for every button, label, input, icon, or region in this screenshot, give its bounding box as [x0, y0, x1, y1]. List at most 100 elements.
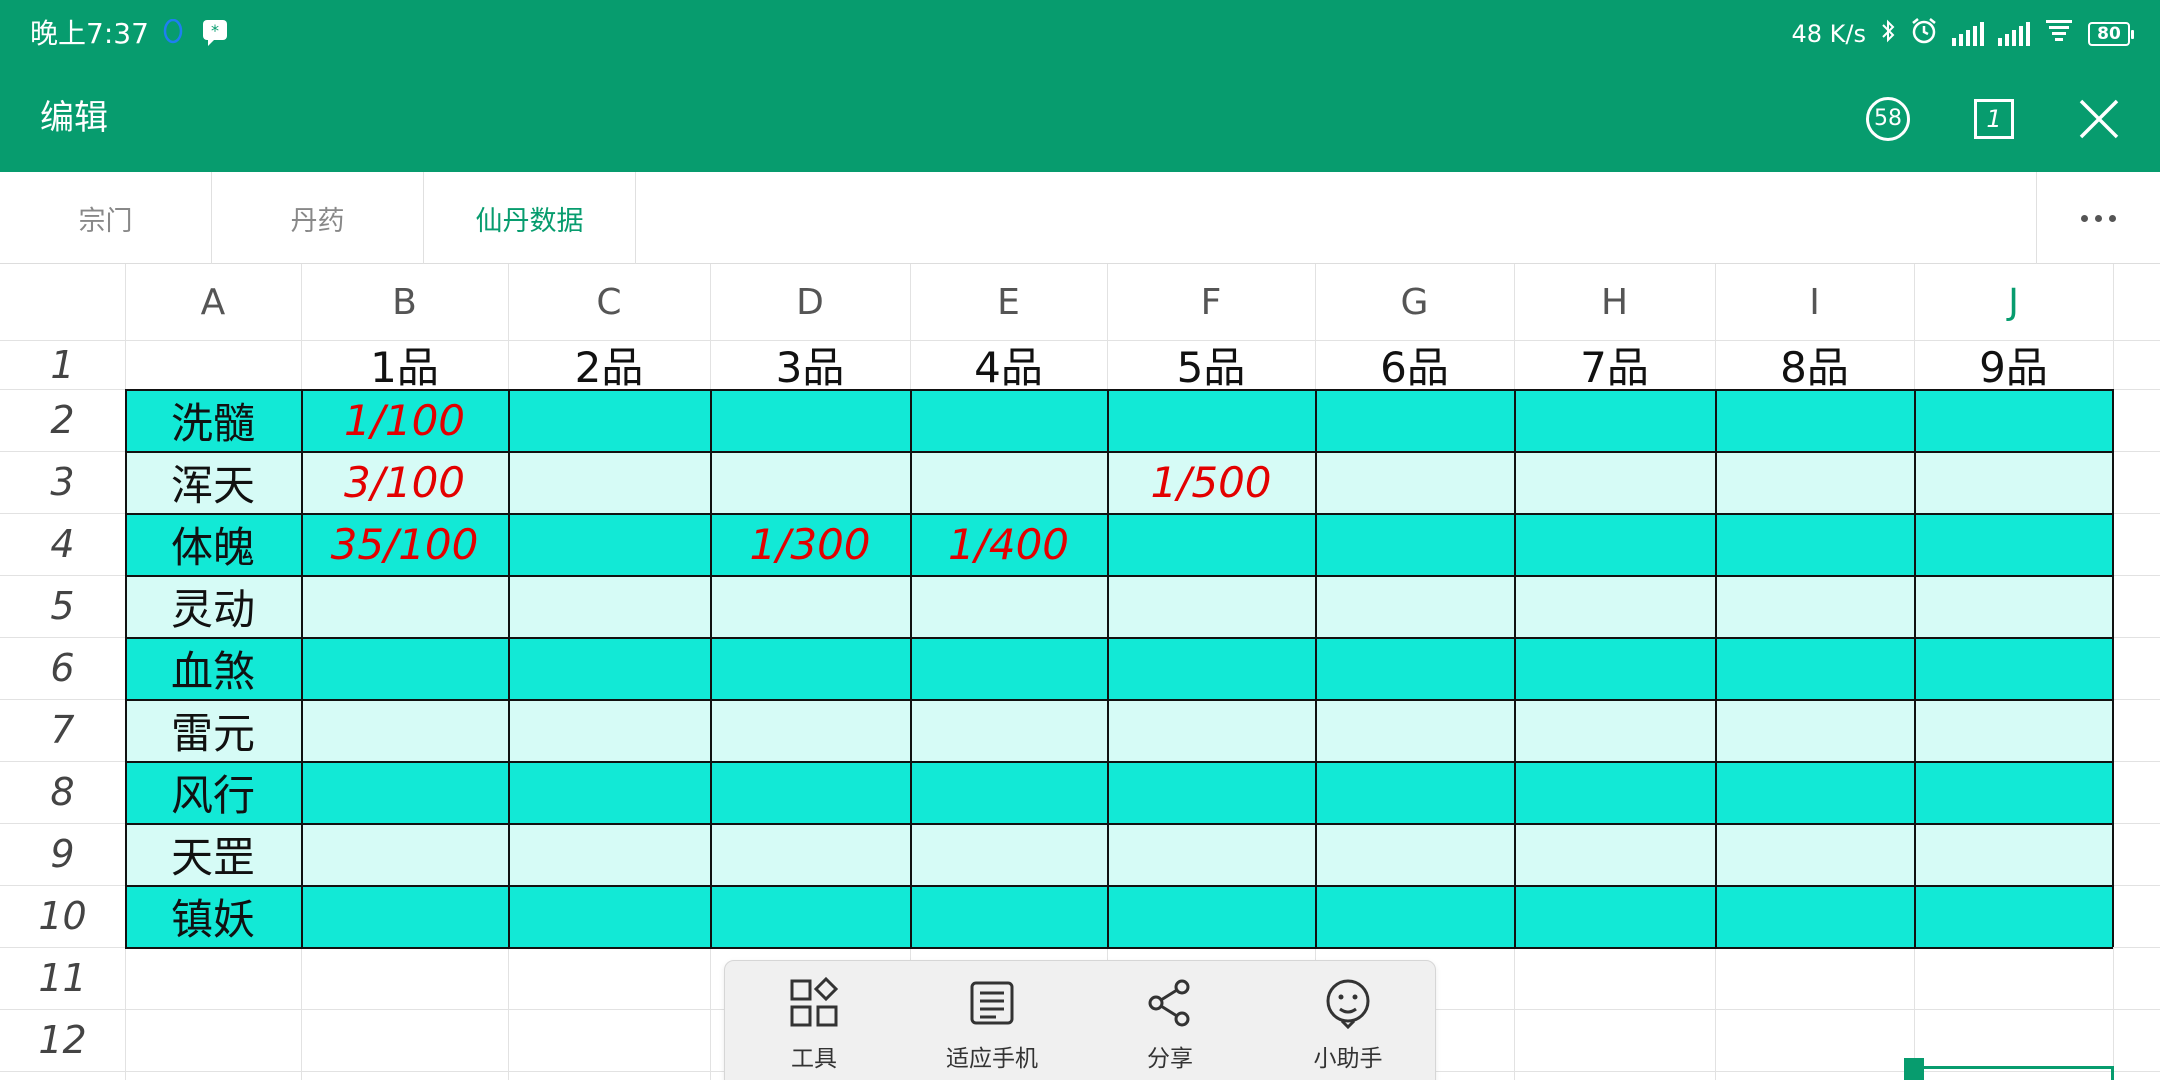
close-button[interactable]	[2074, 94, 2124, 144]
page-switch-button[interactable]: 1	[1969, 94, 2019, 144]
cell-border	[710, 389, 712, 947]
tab-zongmen[interactable]: 宗门	[0, 172, 212, 264]
row-header[interactable]: 11	[0, 947, 125, 1009]
cell-border	[508, 389, 510, 947]
cell-border	[125, 947, 2113, 949]
column-header[interactable]: C	[508, 264, 710, 340]
selection-handle[interactable]	[1904, 1058, 1924, 1080]
dot	[2095, 214, 2102, 222]
cell-border	[2112, 389, 2114, 947]
table-row	[125, 575, 2113, 637]
status-right: 48 K/s 80	[1792, 14, 2134, 54]
grade-header-cell[interactable]: 1品	[301, 340, 508, 392]
column-header[interactable]: D	[710, 264, 910, 340]
cell-border	[1914, 389, 1916, 947]
svg-text:*: *	[211, 21, 219, 40]
qq-icon	[160, 16, 186, 50]
column-header[interactable]: F	[1107, 264, 1315, 340]
tools-button[interactable]: 工具	[725, 977, 903, 1080]
row-label-cell[interactable]: 镇妖	[125, 885, 301, 947]
row-header[interactable]: 10	[0, 885, 125, 947]
row-label-cell[interactable]: 天罡	[125, 823, 301, 885]
cell-border	[910, 389, 912, 947]
spreadsheet-grid[interactable]: A B C D E F G H I J 1 2 3 4 5 6 7 8 9 10 11 12 1品 2品 3品 4品 5品 6品 7品 8…	[0, 264, 2160, 1080]
grid-tools-icon	[790, 977, 839, 1027]
row-header[interactable]: 3	[0, 451, 125, 513]
table-row	[125, 761, 2113, 823]
more-menu-button[interactable]	[2036, 172, 2160, 264]
row-header[interactable]: 12	[0, 1009, 125, 1071]
grade-header-cell[interactable]: 3品	[710, 340, 910, 392]
column-header[interactable]: I	[1715, 264, 1914, 340]
row-label-cell[interactable]: 血煞	[125, 637, 301, 699]
grade-header-cell[interactable]: 6品	[1315, 340, 1514, 392]
grade-header-cell[interactable]: 4品	[910, 340, 1107, 392]
table-row	[125, 823, 2113, 885]
row-header[interactable]: 8	[0, 761, 125, 823]
chat-bubble-icon: *	[200, 16, 230, 50]
column-header[interactable]: J	[1914, 264, 2113, 340]
cell-border	[125, 575, 2113, 577]
row-header[interactable]: 4	[0, 513, 125, 575]
row-label-cell[interactable]: 雷元	[125, 699, 301, 761]
table-row	[125, 885, 2113, 947]
page-title: 编辑	[40, 98, 108, 138]
wifi-icon	[2044, 18, 2074, 50]
bottom-toolbar: 工具 适应手机 分享 小助手	[724, 960, 1436, 1080]
column-header[interactable]: B	[301, 264, 508, 340]
share-button[interactable]: 分享	[1081, 977, 1259, 1080]
share-label: 分享	[1147, 1046, 1193, 1072]
row-label-cell[interactable]: 风行	[125, 761, 301, 823]
spreadsheet-screen: 晚上7:37 * 48 K/s 80 编辑 58 1 宗门 丹药 仙丹数据 A …	[0, 0, 2160, 1080]
tab-xiandan-data[interactable]: 仙丹数据	[424, 172, 636, 264]
row-header[interactable]: 7	[0, 699, 125, 761]
value-cell-e4[interactable]: 1/400	[910, 513, 1107, 575]
value-cell-d4[interactable]: 1/300	[710, 513, 910, 575]
value-cell-b4[interactable]: 35/100	[301, 513, 508, 575]
signal-icon	[1998, 22, 2030, 46]
badge-button[interactable]: 58	[1863, 94, 1913, 144]
grade-header-cell[interactable]: 2品	[508, 340, 710, 392]
row-header[interactable]: 5	[0, 575, 125, 637]
row-label-cell[interactable]: 体魄	[125, 513, 301, 575]
grade-header-cell[interactable]: 9品	[1914, 340, 2113, 392]
value-cell-b2[interactable]: 1/100	[301, 389, 508, 451]
row-header[interactable]: 2	[0, 389, 125, 451]
tab-danyao[interactable]: 丹药	[212, 172, 424, 264]
column-header[interactable]: G	[1315, 264, 1514, 340]
assistant-button[interactable]: 小助手	[1259, 977, 1437, 1080]
grade-header-cell[interactable]: 8品	[1715, 340, 1914, 392]
column-header[interactable]: E	[910, 264, 1107, 340]
cell-border	[1315, 389, 1317, 947]
row-label-cell[interactable]: 灵动	[125, 575, 301, 637]
grade-header-cell[interactable]: 5品	[1107, 340, 1315, 392]
cell-border	[125, 885, 2113, 887]
column-header[interactable]: A	[125, 264, 301, 340]
column-header[interactable]: H	[1514, 264, 1715, 340]
value-cell-f3[interactable]: 1/500	[1107, 451, 1315, 513]
row-label-cell[interactable]: 洗髓	[125, 389, 301, 451]
cell-border	[125, 637, 2113, 639]
sheet-tabs: 宗门 丹药 仙丹数据	[0, 172, 2160, 264]
row-header[interactable]: 1	[0, 340, 125, 389]
row-label-cell[interactable]: 浑天	[125, 451, 301, 513]
fit-phone-button[interactable]: 适应手机	[903, 977, 1081, 1080]
selection-border	[1912, 1066, 2112, 1069]
bluetooth-icon	[1880, 18, 1896, 50]
close-icon	[2079, 99, 2119, 139]
battery-icon: 80	[2088, 22, 2134, 46]
row-header[interactable]: 6	[0, 637, 125, 699]
row-header[interactable]: 9	[0, 823, 125, 885]
assistant-label: 小助手	[1313, 1046, 1383, 1072]
signal-icon	[1952, 22, 1984, 46]
cell-border	[1715, 389, 1717, 947]
assistant-face-icon	[1326, 979, 1370, 1029]
cell-border	[125, 823, 2113, 825]
fit-phone-label: 适应手机	[946, 1046, 1038, 1072]
cell-border	[125, 761, 2113, 763]
fit-phone-icon	[970, 981, 1014, 1025]
grade-header-cell[interactable]: 7品	[1514, 340, 1715, 392]
dot	[2081, 214, 2088, 222]
dot	[2109, 214, 2116, 222]
value-cell-b3[interactable]: 3/100	[301, 451, 508, 513]
